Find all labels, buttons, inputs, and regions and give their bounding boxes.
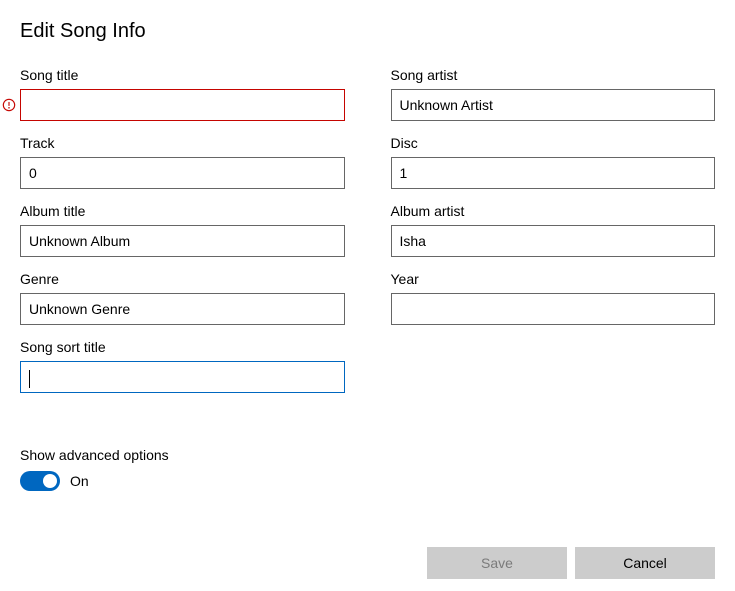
song-artist-label: Song artist: [391, 67, 716, 83]
dialog-title: Edit Song Info: [20, 20, 715, 43]
song-sort-title-label: Song sort title: [20, 339, 345, 355]
right-column: Song artist Disc Album artist Year: [391, 67, 716, 407]
field-song-sort-title: Song sort title: [20, 339, 345, 393]
song-artist-input[interactable]: [391, 89, 716, 121]
year-input[interactable]: [391, 293, 716, 325]
album-artist-label: Album artist: [391, 203, 716, 219]
error-icon: [2, 98, 16, 112]
field-album-title: Album title: [20, 203, 345, 257]
song-title-input[interactable]: [20, 89, 345, 121]
toggle-knob: [43, 474, 57, 488]
disc-input[interactable]: [391, 157, 716, 189]
field-disc: Disc: [391, 135, 716, 189]
field-genre: Genre: [20, 271, 345, 325]
field-year: Year: [391, 271, 716, 325]
album-title-label: Album title: [20, 203, 345, 219]
advanced-toggle-row: On: [20, 471, 715, 491]
year-label: Year: [391, 271, 716, 287]
genre-label: Genre: [20, 271, 345, 287]
advanced-section: Show advanced options On: [20, 447, 715, 491]
text-caret: [29, 370, 30, 388]
field-track: Track: [20, 135, 345, 189]
advanced-options-label: Show advanced options: [20, 447, 715, 463]
dialog-buttons: Save Cancel: [427, 547, 715, 579]
track-label: Track: [20, 135, 345, 151]
disc-label: Disc: [391, 135, 716, 151]
song-title-label: Song title: [20, 67, 345, 83]
form-columns: Song title Track Album title Genre Song …: [20, 67, 715, 407]
album-artist-input[interactable]: [391, 225, 716, 257]
field-song-artist: Song artist: [391, 67, 716, 121]
left-column: Song title Track Album title Genre Song …: [20, 67, 345, 407]
advanced-toggle-state: On: [70, 473, 89, 489]
track-input[interactable]: [20, 157, 345, 189]
save-button[interactable]: Save: [427, 547, 567, 579]
field-album-artist: Album artist: [391, 203, 716, 257]
album-title-input[interactable]: [20, 225, 345, 257]
advanced-toggle[interactable]: [20, 471, 60, 491]
song-sort-title-input[interactable]: [20, 361, 345, 393]
genre-input[interactable]: [20, 293, 345, 325]
cancel-button[interactable]: Cancel: [575, 547, 715, 579]
field-song-title: Song title: [20, 67, 345, 121]
